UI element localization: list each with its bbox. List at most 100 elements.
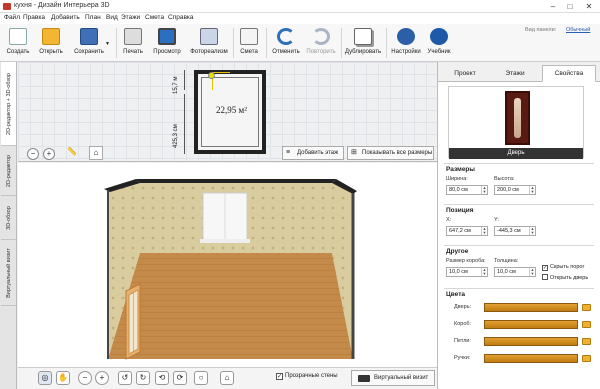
ruler-icon[interactable]: 📏: [65, 146, 79, 160]
room-area-label: 22,95 м²: [216, 105, 247, 115]
thickness-input[interactable]: 10,0 см ▲ ▼: [494, 267, 536, 277]
menu-floors[interactable]: Этажи: [121, 14, 140, 21]
select-icon[interactable]: ◎: [38, 371, 52, 385]
zoom-out-icon[interactable]: −: [78, 371, 92, 385]
frame-size-input[interactable]: 10,0 см ▲ ▼: [446, 267, 488, 277]
dimension-top-label: 15,7 м: [173, 76, 179, 94]
view-3d[interactable]: [18, 163, 437, 367]
save-button[interactable]: Сохранить: [69, 27, 109, 60]
hinges-color-swatch[interactable]: [484, 337, 578, 346]
menu-estimate[interactable]: Смета: [145, 14, 164, 21]
handles-color-swatch[interactable]: [484, 354, 578, 363]
rotate-left-icon[interactable]: ↺: [118, 371, 132, 385]
menu-view[interactable]: Вид: [106, 14, 118, 21]
menu-file[interactable]: Файл: [4, 14, 20, 21]
width-input[interactable]: 80,0 см ▲ ▼: [446, 185, 488, 195]
spinner-arrows-icon[interactable]: ▲ ▼: [529, 227, 535, 235]
tab-properties[interactable]: Свойства: [542, 65, 596, 82]
save-disk-icon: [80, 28, 98, 45]
properties-panel: Проект Этажи Свойства Дверь Размеры Шири…: [437, 62, 600, 389]
rotate-right-icon[interactable]: ↻: [136, 371, 150, 385]
zoom-in-button[interactable]: +: [43, 148, 55, 160]
x-label: X:: [446, 217, 452, 223]
show-all-dimensions-button[interactable]: ⊞ Показывать все размеры: [347, 146, 434, 160]
tab-3d-view[interactable]: 3D-обзор: [1, 196, 16, 240]
home-view-icon[interactable]: ⌂: [220, 371, 234, 385]
minimize-button[interactable]: –: [546, 1, 560, 12]
maximize-button[interactable]: □: [563, 1, 577, 12]
height-input[interactable]: 200,0 см ▲ ▼: [494, 185, 536, 195]
menu-help[interactable]: Справка: [168, 14, 194, 21]
hinges-color-label: Петли:: [454, 338, 472, 344]
checkbox-empty-icon: [542, 274, 548, 280]
open-door-checkbox[interactable]: Открыть дверь: [542, 274, 588, 281]
colors-section: Цвета Дверь: Короб: Петли: Ручки:: [444, 288, 594, 386]
y-input[interactable]: -445,3 см ▲ ▼: [494, 226, 536, 236]
settings-label: Настройки: [391, 49, 421, 55]
light-bulb-icon[interactable]: ○: [194, 371, 208, 385]
spinner-arrows-icon[interactable]: ▲ ▼: [529, 186, 535, 194]
other-section: Другое Размер короба: 10,0 см ▲ ▼ Толщина:…: [444, 245, 594, 287]
hide-threshold-checkbox[interactable]: ✓ Скрыть порог: [542, 264, 584, 271]
estimate-button[interactable]: Смета: [236, 27, 262, 60]
view-type-link[interactable]: Обычный: [566, 27, 590, 33]
save-label: Сохранить: [74, 49, 104, 55]
add-floor-button[interactable]: ≡ Добавить этаж: [282, 146, 344, 160]
hide-threshold-label: Скрыть порог: [550, 264, 585, 270]
menu-add[interactable]: Добавить: [51, 14, 80, 21]
create-button[interactable]: Создать: [2, 27, 34, 60]
menu-bar: Файл Правка Добавить План Вид Этажи Смет…: [0, 13, 600, 24]
close-button[interactable]: ✕: [582, 1, 596, 12]
spinner-arrows-icon[interactable]: ▲ ▼: [529, 268, 535, 276]
pan-hand-icon[interactable]: ✋: [56, 371, 70, 385]
preview-button[interactable]: Просмотр: [150, 27, 184, 60]
undo-icon: [277, 28, 295, 45]
open-button[interactable]: Открыть: [35, 27, 67, 60]
zoom-out-button[interactable]: −: [27, 148, 39, 160]
estimate-icon: [240, 28, 258, 45]
frame-size-value: 10,0 см: [449, 269, 468, 275]
photorealism-label: Фотореализм: [190, 49, 228, 55]
redo-button[interactable]: Повторить: [302, 27, 340, 60]
settings-button[interactable]: Настройки: [389, 27, 423, 60]
door-handle-dot[interactable]: [208, 72, 215, 79]
folder-icon[interactable]: [582, 304, 591, 311]
frame-color-label: Короб:: [454, 321, 472, 327]
folder-icon[interactable]: [582, 338, 591, 345]
tutorial-label: Учебник: [427, 49, 451, 55]
door-color-swatch[interactable]: [484, 303, 578, 312]
zoom-in-icon[interactable]: +: [95, 371, 109, 385]
duplicate-icon: [354, 28, 372, 45]
x-input[interactable]: 647,2 см ▲ ▼: [446, 226, 488, 236]
tab-2d-editor[interactable]: 2D-редактор: [1, 146, 16, 196]
tutorial-button[interactable]: Учебник: [424, 27, 454, 60]
printer-icon: [124, 28, 142, 45]
undo-button[interactable]: Отменить: [268, 27, 304, 60]
transparent-walls-checkbox[interactable]: ✓ Прозрачные стены: [276, 373, 338, 380]
tab-2d-and-3d[interactable]: 2D-редактор + 3D-обзор: [1, 62, 16, 146]
panel-tabs: Проект Этажи Свойства: [438, 62, 600, 82]
toolbar: Создать Открыть Сохранить ▼ Печать Просм…: [0, 24, 600, 62]
menu-edit[interactable]: Правка: [23, 14, 45, 21]
tab-virtual-visit[interactable]: Виртуальный визит: [1, 240, 16, 306]
photorealism-button[interactable]: Фотореализм: [187, 27, 231, 60]
folder-icon[interactable]: [582, 321, 591, 328]
floor: [108, 253, 353, 359]
folder-icon[interactable]: [582, 355, 591, 362]
virtual-visit-button[interactable]: Виртуальный визит: [351, 370, 435, 386]
spinner-arrows-icon[interactable]: ▲ ▼: [481, 227, 487, 235]
spinner-arrows-icon[interactable]: ▲ ▼: [481, 268, 487, 276]
spinner-arrows-icon[interactable]: ▲ ▼: [481, 186, 487, 194]
duplicate-button[interactable]: Дублировать: [343, 27, 383, 60]
orbit-down-icon[interactable]: ⟲: [155, 371, 169, 385]
save-dropdown-icon[interactable]: ▼: [105, 41, 110, 47]
photo-icon: [200, 28, 218, 45]
tab-floors[interactable]: Этажи: [492, 65, 538, 82]
menu-plan[interactable]: План: [85, 14, 101, 21]
frame-color-swatch[interactable]: [484, 320, 578, 329]
orbit-up-icon[interactable]: ⟳: [173, 371, 187, 385]
tab-project[interactable]: Проект: [442, 65, 488, 82]
home-icon[interactable]: ⌂: [89, 146, 103, 160]
toolbar-separator: [233, 28, 234, 58]
print-button[interactable]: Печать: [118, 27, 148, 60]
